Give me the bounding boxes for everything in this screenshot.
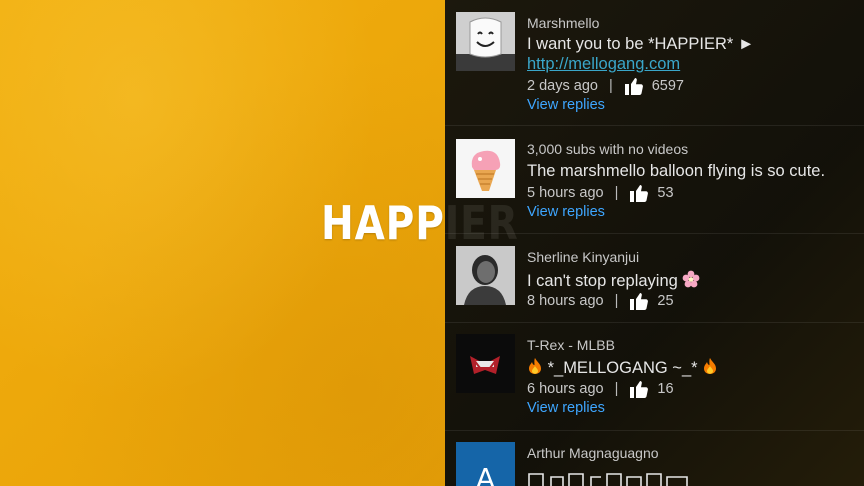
flower-emoji-icon: [682, 270, 700, 293]
meta-separator: |: [614, 381, 619, 397]
avatar-letter: A: [475, 462, 496, 486]
comment-meta: 8 hours ago | 25: [527, 291, 674, 311]
comment-text-clipped: [527, 471, 697, 486]
view-replies-button[interactable]: View replies: [527, 400, 605, 416]
like-count: 6597: [651, 78, 684, 94]
person-photo-avatar[interactable]: [456, 246, 515, 305]
thumbs-up-icon[interactable]: [624, 76, 644, 96]
comment-time: 6 hours ago: [527, 381, 604, 397]
view-replies-button[interactable]: View replies: [527, 97, 605, 113]
thumbs-up-icon[interactable]: [629, 291, 649, 311]
ice-cream-avatar[interactable]: [456, 139, 515, 198]
comment-item: A Arthur Magnaguagno: [445, 431, 864, 486]
comment-author[interactable]: T-Rex - MLBB: [527, 337, 615, 353]
comment-text: I want you to be *HAPPIER* ►: [527, 35, 755, 53]
comment-author[interactable]: Marshmello: [527, 15, 599, 31]
meta-separator: |: [614, 293, 619, 309]
comment-text: *_MELLOGANG ~_*: [527, 357, 718, 380]
comment-item: Marshmello I want you to be *HAPPIER* ► …: [445, 0, 864, 125]
comment-link[interactable]: http://mellogang.com: [527, 55, 680, 74]
comment-author[interactable]: Sherline Kinyanjui: [527, 249, 639, 265]
comment-time: 8 hours ago: [527, 293, 604, 309]
meta-separator: |: [614, 185, 619, 201]
comment-time: 5 hours ago: [527, 185, 604, 201]
comment-meta: 2 days ago | 6597: [527, 76, 684, 96]
marshmello-avatar[interactable]: [456, 12, 515, 71]
meta-separator: |: [608, 78, 613, 94]
letter-avatar[interactable]: A: [456, 442, 515, 486]
fire-emoji-icon: [702, 357, 718, 380]
fire-emoji-icon: [527, 357, 543, 380]
comment-meta: 6 hours ago | 16: [527, 379, 674, 399]
like-count: 25: [657, 293, 674, 309]
comment-text-content: I can't stop replaying: [527, 272, 678, 290]
comment-item: Sherline Kinyanjui I can't stop replayin…: [445, 234, 864, 322]
comment-item: T-Rex - MLBB *_MELLOGANG ~_* 6 hours ago…: [445, 323, 864, 430]
thumbs-up-icon[interactable]: [629, 379, 649, 399]
comment-text: The marshmello balloon flying is so cute…: [527, 162, 826, 180]
mlbb-logo-avatar[interactable]: [456, 334, 515, 393]
comment-author[interactable]: 3,000 subs with no videos: [527, 141, 688, 157]
like-count: 53: [657, 185, 674, 201]
like-count: 16: [657, 381, 674, 397]
view-replies-button[interactable]: View replies: [527, 204, 605, 220]
comment-time: 2 days ago: [527, 78, 598, 94]
comment-item: 3,000 subs with no videos The marshmello…: [445, 126, 864, 233]
comment-text-content: *_MELLOGANG ~_*: [547, 359, 698, 377]
comments-panel[interactable]: Marshmello I want you to be *HAPPIER* ► …: [445, 0, 864, 486]
thumbs-up-icon[interactable]: [629, 183, 649, 203]
comment-meta: 5 hours ago | 53: [527, 183, 674, 203]
video-player[interactable]: HAPPIER: [0, 0, 518, 486]
comment-text: I can't stop replaying: [527, 270, 700, 293]
comment-author[interactable]: Arthur Magnaguagno: [527, 445, 659, 461]
